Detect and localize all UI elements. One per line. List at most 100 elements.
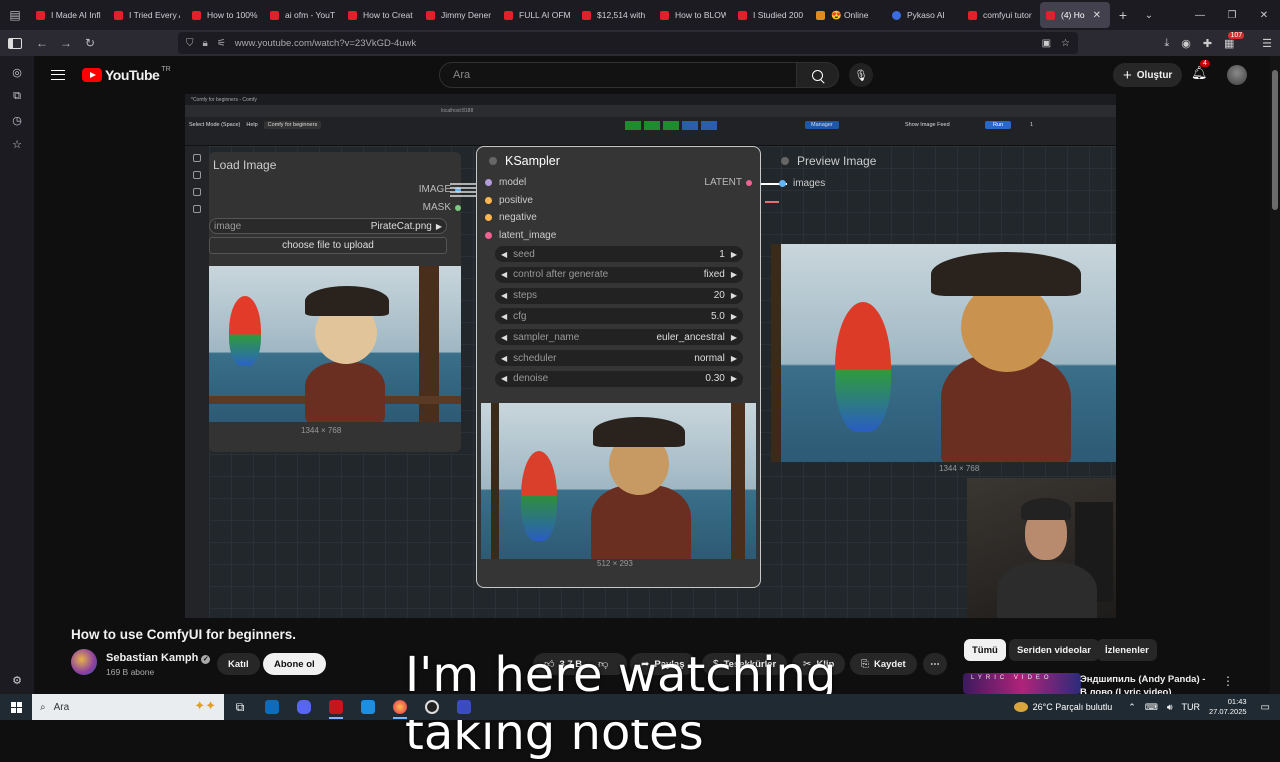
channel-avatar[interactable] [71,649,97,675]
browser-tab[interactable]: How to 100% [186,2,264,28]
file-manager-icon[interactable] [352,694,384,720]
browser-tab-label: Pykaso AI [907,10,945,20]
permissions-icon[interactable]: ⚟ [217,38,226,49]
windows-taskbar: ⌕ Ara ✦✦ ⧉ 26°C Parçalı bulutlu ⌃ ⌨ 🔊︎ TUR… [0,694,1280,720]
start-button[interactable] [0,694,32,720]
comfy-image-feed-toggle: Show Image Feed [905,122,950,128]
notifications-button[interactable]: 🔔︎ 4 [1191,60,1210,81]
browser-tab[interactable]: 😍 Online [810,2,886,28]
chip-series-videos[interactable]: Seriden videolar [1009,639,1099,661]
join-button[interactable]: Katıl [217,653,260,675]
editor-icon[interactable] [448,694,480,720]
sidebar-toggle-button[interactable] [0,30,30,56]
url-bar[interactable]: ⛉ 🔒︎ ⚟ www.youtube.com/watch?v=23VkGD-4u… [178,32,1078,54]
obs-icon[interactable] [416,694,448,720]
clock[interactable]: 01:43 27.07.2025 [1209,697,1247,717]
extensions-icon[interactable]: ✚ [1203,37,1212,50]
back-button[interactable]: ← [30,31,54,55]
related-video-more-icon[interactable]: ⋮ [1222,674,1234,688]
preview-title: Preview Image [797,154,877,168]
save-button[interactable]: ⎘ Kaydet [850,653,917,675]
youtube-logo[interactable]: YouTube TR [82,65,171,83]
site-favicon [816,10,825,20]
forward-button[interactable]: → [54,31,78,55]
input-port-label: positive [499,194,533,206]
ksampler-widget: ◀ steps 20 ▶ [495,287,743,304]
close-tab-icon[interactable]: ✕ [1093,10,1101,21]
comfy-run-count: 1 [1030,122,1034,128]
network-icon[interactable]: ⌨ [1145,702,1158,713]
search-input[interactable]: Ara [439,62,797,88]
bookmark-star-icon[interactable]: ☆ [1061,38,1070,49]
search-button[interactable] [797,62,839,88]
browser-tab[interactable]: I Tried Every A [108,2,186,28]
taskbar-search-input[interactable]: ⌕ Ara ✦✦ [32,694,224,720]
browser-tab[interactable]: Pykaso AI [886,2,962,28]
browser-tab-label: I Tried Every A [129,10,180,20]
weather-widget[interactable]: 26°C Parçalı bulutlu [1013,702,1112,712]
picture-in-picture-icon[interactable]: ▣ [1042,38,1051,49]
task-view-icon[interactable]: ⧉ [224,694,256,720]
history-icon[interactable]: ◷ [0,108,34,132]
related-video-thumbnail[interactable]: LYRIC VIDEO [963,673,1081,694]
account-icon[interactable]: ◉ [1181,37,1191,50]
browser-tab[interactable]: How to BLOW [654,2,732,28]
channel-name[interactable]: Sebastian Kamph ✓ [106,652,211,664]
new-tab-button[interactable]: + [1110,7,1136,23]
app-menu-icon[interactable]: ☰ [1262,37,1272,50]
synced-tabs-icon[interactable]: ⧉ [0,84,34,108]
input-language[interactable]: TUR [1182,702,1201,712]
bookmarks-icon[interactable]: ☆ [0,132,34,156]
maximize-button[interactable]: ❐ [1216,0,1248,30]
browser-tab[interactable]: I Studied 200 [732,2,810,28]
tab-overview-icon[interactable]: ▤ [0,0,30,30]
subscribe-button[interactable]: Abone ol [263,653,326,675]
create-button[interactable]: + Oluştur [1113,63,1183,87]
customize-sidebar-icon[interactable]: ⚙ [0,668,34,692]
account-avatar[interactable] [1227,65,1247,85]
tray-overflow-icon[interactable]: ⌃ [1128,702,1136,713]
browser-tab[interactable]: Jimmy Dener [420,2,498,28]
addon-icon[interactable]: ▦107 [1224,31,1250,50]
chip-watched[interactable]: İzlenenler [1097,639,1157,661]
browser-tab-label: How to Creat [363,10,413,20]
reload-button[interactable]: ↻ [78,31,102,55]
volume-icon[interactable]: 🔊︎ [1167,702,1173,713]
browser-tab[interactable]: How to Creat [342,2,420,28]
downloads-icon[interactable]: ⤓ [1164,37,1169,50]
browser-tab[interactable]: (4) Ho ✕ [1040,2,1110,28]
node-title: KSampler [477,147,760,175]
browser-tab[interactable]: I Made AI Infl [30,2,108,28]
widget-label: seed [513,248,535,260]
more-actions-button[interactable]: ⋯ [923,653,947,675]
discord-icon[interactable] [288,694,320,720]
firefox-icon[interactable] [384,694,416,720]
country-code: TR [161,65,171,73]
chip-all[interactable]: Tümü [964,639,1006,661]
tracking-shield-icon[interactable]: ⛉ [186,38,194,49]
ksampler-input-port: positive [485,195,533,206]
browser-tab[interactable]: ai ofm - YouT [264,2,342,28]
page-scrollbar[interactable] [1270,56,1280,694]
browser-tab[interactable]: $12,514 with [576,2,654,28]
scrollbar-thumb[interactable] [1272,70,1278,210]
ai-chatbot-icon[interactable]: ◎ [0,60,34,84]
video-player[interactable]: *Comfy for beginners - Comfy localhost:8… [185,94,1116,618]
guide-menu-button[interactable] [34,70,82,80]
related-video-title[interactable]: Эндшипиль (Andy Panda) - B лово (Lyric v… [1080,673,1210,694]
browser-tab[interactable]: comfyui tutor [962,2,1040,28]
channel-name-text: Sebastian Kamph [106,652,199,664]
notifications-center-icon[interactable]: ▭ [1261,702,1270,713]
minimize-button[interactable]: — [1184,0,1216,30]
ksampler-input-port: latent_image [485,230,556,241]
ksampler-preview-image [481,403,756,559]
voice-search-button[interactable]: 🎙︎ [849,63,873,87]
lock-icon[interactable]: 🔒︎ [203,38,208,49]
outlook-icon[interactable] [256,694,288,720]
app-red-icon[interactable] [320,694,352,720]
browser-tab[interactable]: FULL AI OFM [498,2,576,28]
close-window-button[interactable]: ✕ [1248,0,1280,30]
youtube-favicon [504,10,513,20]
list-all-tabs-button[interactable]: ⌄ [1136,10,1162,21]
comfy-resource-meters [625,120,717,130]
